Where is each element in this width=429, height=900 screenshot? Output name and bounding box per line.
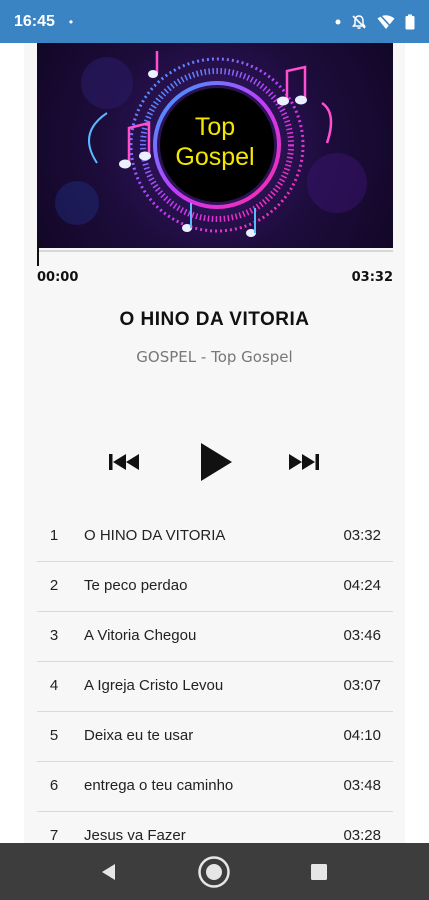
mute-bell-icon — [351, 14, 367, 30]
track-row[interactable]: 4 A Igreja Cristo Levou 03:07 — [37, 662, 393, 712]
track-row[interactable]: 7 Jesus va Fazer 03:28 — [37, 812, 393, 843]
seek-thumb[interactable] — [37, 242, 39, 266]
track-row[interactable]: 5 Deixa eu te usar 04:10 — [37, 712, 393, 762]
dot-icon — [335, 19, 341, 25]
player-screen: Top Gospel 00:00 03:32 O HINO DA VITORIA… — [24, 43, 405, 843]
track-duration: 04:24 — [343, 577, 381, 594]
track-name: Deixa eu te usar — [84, 727, 194, 744]
track-name: entrega o teu caminho — [84, 777, 234, 794]
track-name: A Vitoria Chegou — [84, 627, 197, 644]
elapsed-time: 00:00 — [37, 270, 79, 285]
now-playing-subtitle: GOSPEL - Top Gospel — [136, 348, 293, 366]
notification-dot: • — [68, 14, 74, 29]
status-icons — [335, 13, 415, 30]
track-number: 1 — [49, 527, 59, 544]
track-number: 5 — [49, 727, 59, 744]
skip-previous-icon — [109, 454, 139, 470]
total-duration: 03:32 — [351, 270, 393, 285]
track-number: 2 — [49, 577, 59, 594]
artwork-title-bottom: Gospel — [175, 143, 255, 171]
track-number: 7 — [49, 827, 59, 843]
system-navigation-bar — [0, 843, 429, 900]
track-duration: 03:28 — [343, 827, 381, 843]
wifi-icon — [377, 13, 395, 30]
play-button[interactable] — [194, 438, 238, 486]
track-duration: 03:07 — [343, 677, 381, 694]
seek-bar[interactable] — [37, 242, 393, 272]
track-name: Te peco perdao — [84, 577, 188, 594]
track-number: 6 — [49, 777, 59, 794]
now-playing-title: O HINO DA VITORIA — [119, 309, 310, 330]
playback-controls — [24, 438, 405, 488]
track-name: O HINO DA VITORIA — [84, 527, 226, 544]
track-list: 1 O HINO DA VITORIA 03:32 2 Te peco perd… — [37, 512, 393, 843]
recent-apps-button[interactable] — [302, 855, 336, 889]
seek-track — [37, 250, 393, 252]
home-circle-icon — [198, 856, 230, 888]
track-row[interactable]: 6 entrega o teu caminho 03:48 — [37, 762, 393, 812]
track-duration: 03:46 — [343, 627, 381, 644]
status-time: 16:45 — [14, 12, 55, 30]
status-bar: 16:45 • — [0, 0, 429, 43]
track-number: 4 — [49, 677, 59, 694]
recent-square-icon — [311, 864, 327, 880]
track-name: A Igreja Cristo Levou — [84, 677, 224, 694]
skip-next-icon — [289, 454, 319, 470]
artwork-title-top: Top — [194, 113, 236, 141]
track-duration: 03:32 — [343, 527, 381, 544]
track-row[interactable]: 1 O HINO DA VITORIA 03:32 — [37, 512, 393, 562]
track-name: Jesus va Fazer — [84, 827, 186, 843]
track-row[interactable]: 3 A Vitoria Chegou 03:46 — [37, 612, 393, 662]
battery-icon — [405, 14, 415, 30]
play-icon — [201, 443, 232, 481]
home-button[interactable] — [197, 855, 231, 889]
track-duration: 04:10 — [343, 727, 381, 744]
track-duration: 03:48 — [343, 777, 381, 794]
track-row[interactable]: 2 Te peco perdao 04:24 — [37, 562, 393, 612]
track-number: 3 — [49, 627, 59, 644]
previous-track-button[interactable] — [108, 448, 140, 476]
back-triangle-icon — [102, 864, 115, 880]
next-track-button[interactable] — [288, 448, 320, 476]
album-artwork: Top Gospel — [37, 43, 393, 248]
back-button[interactable] — [92, 855, 126, 889]
